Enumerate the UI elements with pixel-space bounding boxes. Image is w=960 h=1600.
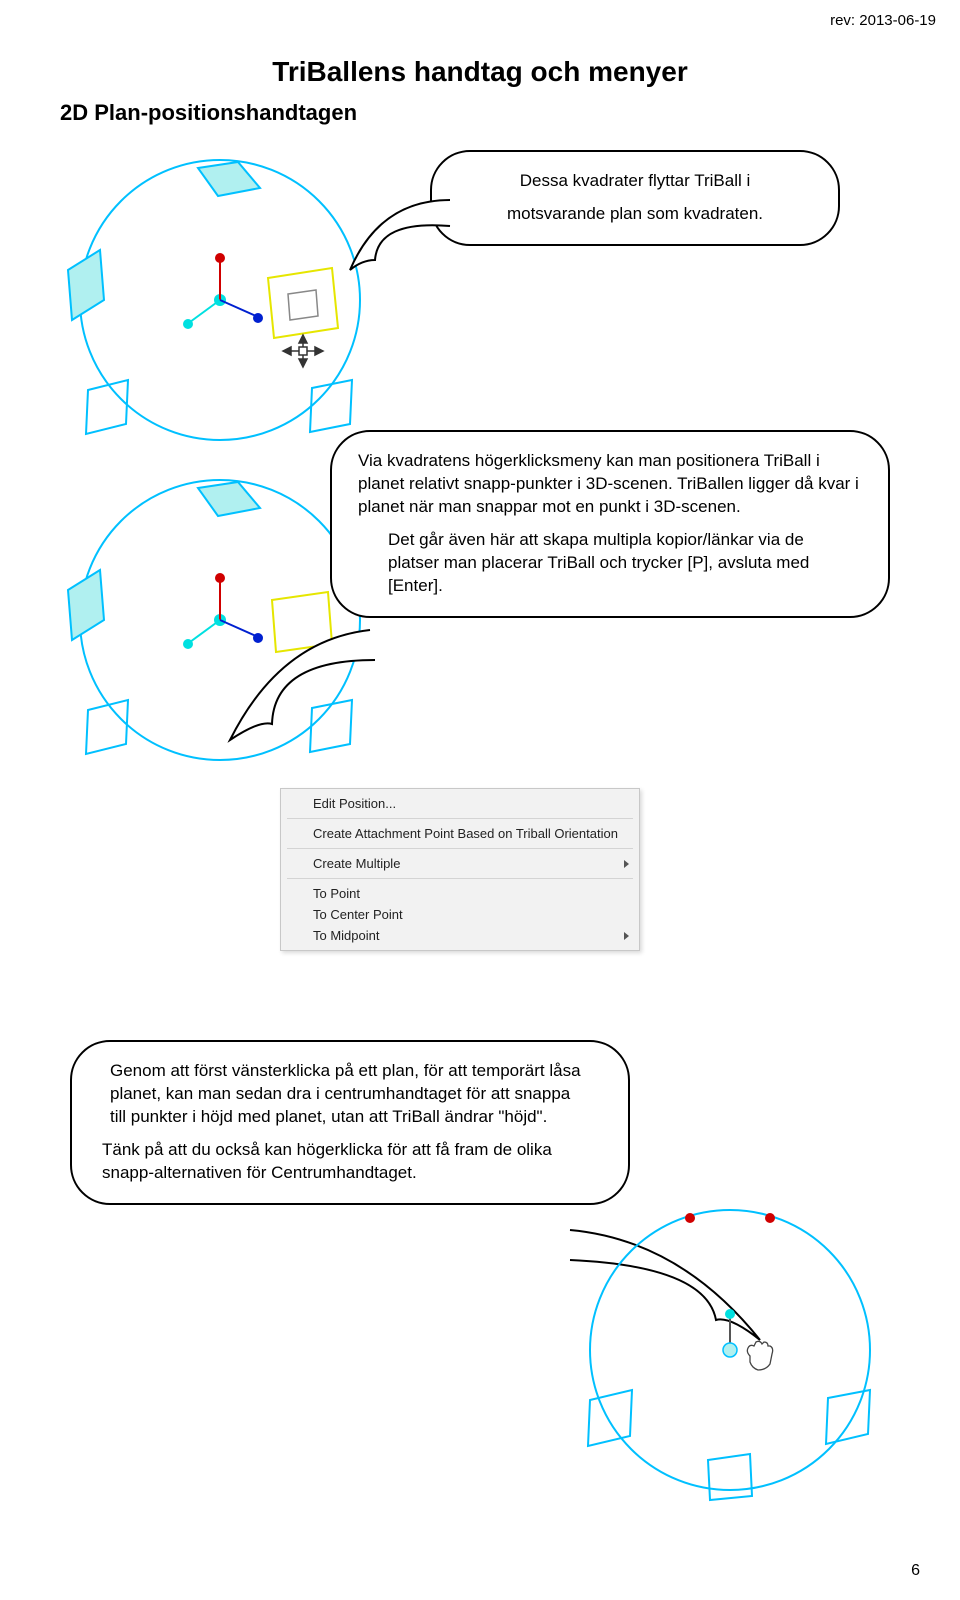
- menu-item-edit-position[interactable]: Edit Position...: [281, 793, 639, 814]
- callout-2-p2: Det går även här att skapa multipla kopi…: [358, 529, 862, 598]
- context-menu: Edit Position... Create Attachment Point…: [280, 788, 640, 951]
- menu-separator: [287, 818, 633, 819]
- menu-item-create-multiple[interactable]: Create Multiple: [281, 853, 639, 874]
- callout-1-line-1: Dessa kvadrater flyttar TriBall i: [458, 170, 812, 193]
- page-title: TriBallens handtag och menyer: [0, 56, 960, 88]
- section-heading: 2D Plan-positionshandtagen: [60, 100, 357, 126]
- triball-figure-3: [560, 1200, 900, 1500]
- callout-2-p1: Via kvadratens högerklicksmeny kan man p…: [358, 450, 862, 519]
- callout-3: Genom att först vänsterklicka på ett pla…: [70, 1040, 630, 1205]
- revision-date: rev: 2013-06-19: [830, 12, 936, 29]
- menu-separator: [287, 848, 633, 849]
- menu-item-create-attachment[interactable]: Create Attachment Point Based on Triball…: [281, 823, 639, 844]
- menu-item-to-midpoint[interactable]: To Midpoint: [281, 925, 639, 946]
- callout-3-p1: Genom att först vänsterklicka på ett pla…: [98, 1060, 602, 1129]
- callout-1-line-2: motsvarande plan som kvadraten.: [458, 203, 812, 226]
- callout-1-tail: [320, 190, 480, 300]
- menu-separator: [287, 878, 633, 879]
- callout-2: Via kvadratens högerklicksmeny kan man p…: [330, 430, 890, 618]
- menu-item-to-center-point[interactable]: To Center Point: [281, 904, 639, 925]
- callout-1: Dessa kvadrater flyttar TriBall i motsva…: [430, 150, 840, 246]
- menu-item-to-point[interactable]: To Point: [281, 883, 639, 904]
- page-number: 6: [911, 1562, 920, 1580]
- callout-3-p2: Tänk på att du också kan högerklicka för…: [98, 1139, 602, 1185]
- callout-2-tail: [220, 620, 420, 760]
